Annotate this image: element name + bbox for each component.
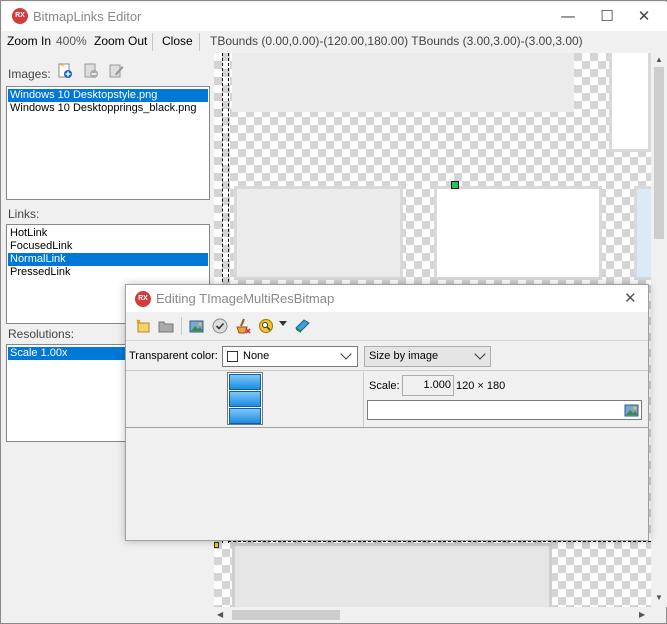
preview-slice [229,391,261,407]
filename-input[interactable] [367,400,642,420]
title-bar: RX BitmapLinks Editor — ☐ ✕ [2,2,667,31]
zoom-in-button[interactable]: Zoom In [7,34,51,48]
tile-blue [634,186,651,280]
resolutions-label: Resolutions: [8,327,75,341]
clear-broom-icon[interactable] [235,318,251,334]
tile-white-top-right [609,53,651,152]
dialog-toolbar [126,312,648,340]
color-swatch [227,351,238,362]
horizontal-scroll-thumb[interactable] [232,610,340,620]
selection-handle[interactable] [451,181,459,189]
links-label: Links: [8,207,40,221]
dialog-title-bar: RX Editing TImageMultiResBitmap ✕ [126,285,648,312]
scale-label: Scale: [369,380,400,392]
images-label: Images: [8,67,51,81]
preview-slice [229,374,261,390]
tile-gray-top [232,53,574,112]
transparent-color-row: Transparent color: None Size by image [126,340,648,371]
links-list-item[interactable]: FocusedLink [8,240,208,253]
scroll-left-icon[interactable]: ◀ [217,610,223,619]
corner-marker [214,542,219,548]
new-bitmap-icon[interactable] [135,318,151,334]
size-mode-select[interactable]: Size by image [364,346,491,367]
dialog-title: Editing TImageMultiResBitmap [156,291,335,306]
toolbar: Zoom In 400% Zoom Out Close TBounds (0.0… [2,31,667,53]
size-mode-value: Size by image [369,350,439,362]
resolution-row: Scale: 1.000 120 × 180 [126,372,648,428]
zoom-search-icon[interactable] [258,318,274,334]
bitmap-preview[interactable] [227,372,263,425]
chevron-down-icon [474,348,486,360]
images-list-item[interactable]: Windows 10 Desktopstyle.png [8,89,208,102]
dialog-close-button[interactable]: ✕ [624,289,637,307]
bounds-readout: TBounds (0.00,0.00)-(120.00,180.00) TBou… [210,34,583,48]
app-icon: RX [12,8,28,24]
zoom-out-button[interactable]: Zoom Out [94,34,147,48]
transparent-color-label: Transparent color: [129,350,218,362]
window-title: BitmapLinks Editor [33,9,142,24]
close-editor-button[interactable]: Close [162,34,193,48]
toolbar-separator [199,33,200,51]
edit-image-icon[interactable] [108,63,124,79]
vertical-scroll-thumb[interactable] [654,67,664,239]
apply-check-icon[interactable] [212,318,228,334]
dialog-toolbar-separator [181,317,182,335]
scale-input[interactable]: 1.000 [402,375,454,396]
chevron-down-icon [340,348,352,360]
image-dimensions: 120 × 180 [456,380,506,392]
browse-image-icon[interactable] [624,402,640,418]
zoom-dropdown-arrow-icon[interactable] [279,321,287,326]
dialog-app-icon: RX [135,291,151,307]
load-image-icon[interactable] [189,318,205,334]
transparent-color-value: None [243,350,270,362]
images-list[interactable]: Windows 10 Desktopstyle.png Windows 10 D… [6,86,210,200]
tile-gray-bottom [232,543,552,607]
links-list-item[interactable]: HotLink [8,227,208,240]
scroll-right-icon[interactable]: ▶ [639,610,645,619]
open-folder-icon[interactable] [158,318,174,334]
scroll-up-icon[interactable]: ▲ [655,55,663,64]
add-image-icon[interactable] [57,63,73,79]
row-divider [363,372,364,427]
remove-image-icon[interactable] [83,63,99,79]
toolbar-separator [152,33,153,51]
tile-white [434,186,602,280]
help-book-icon[interactable] [294,318,310,334]
links-list-item[interactable]: PressedLink [8,266,208,279]
preview-slice [229,408,261,424]
horizontal-scrollbar[interactable]: ◀ ▶ [214,607,651,623]
close-button[interactable]: ✕ [621,2,667,30]
vertical-scrollbar[interactable]: ▲ ▼ [651,53,667,607]
links-list-item[interactable]: NormalLink [8,253,208,266]
zoom-level: 400% [56,34,87,48]
tile-gray [234,186,403,280]
scroll-down-icon[interactable]: ▼ [655,593,663,602]
editing-dialog: RX Editing TImageMultiResBitmap ✕ Transp… [125,284,649,541]
transparent-color-select[interactable]: None [222,346,358,367]
images-list-item[interactable]: Windows 10 Desktopprings_black.png [8,102,208,115]
bottom-guide-line [228,541,651,542]
